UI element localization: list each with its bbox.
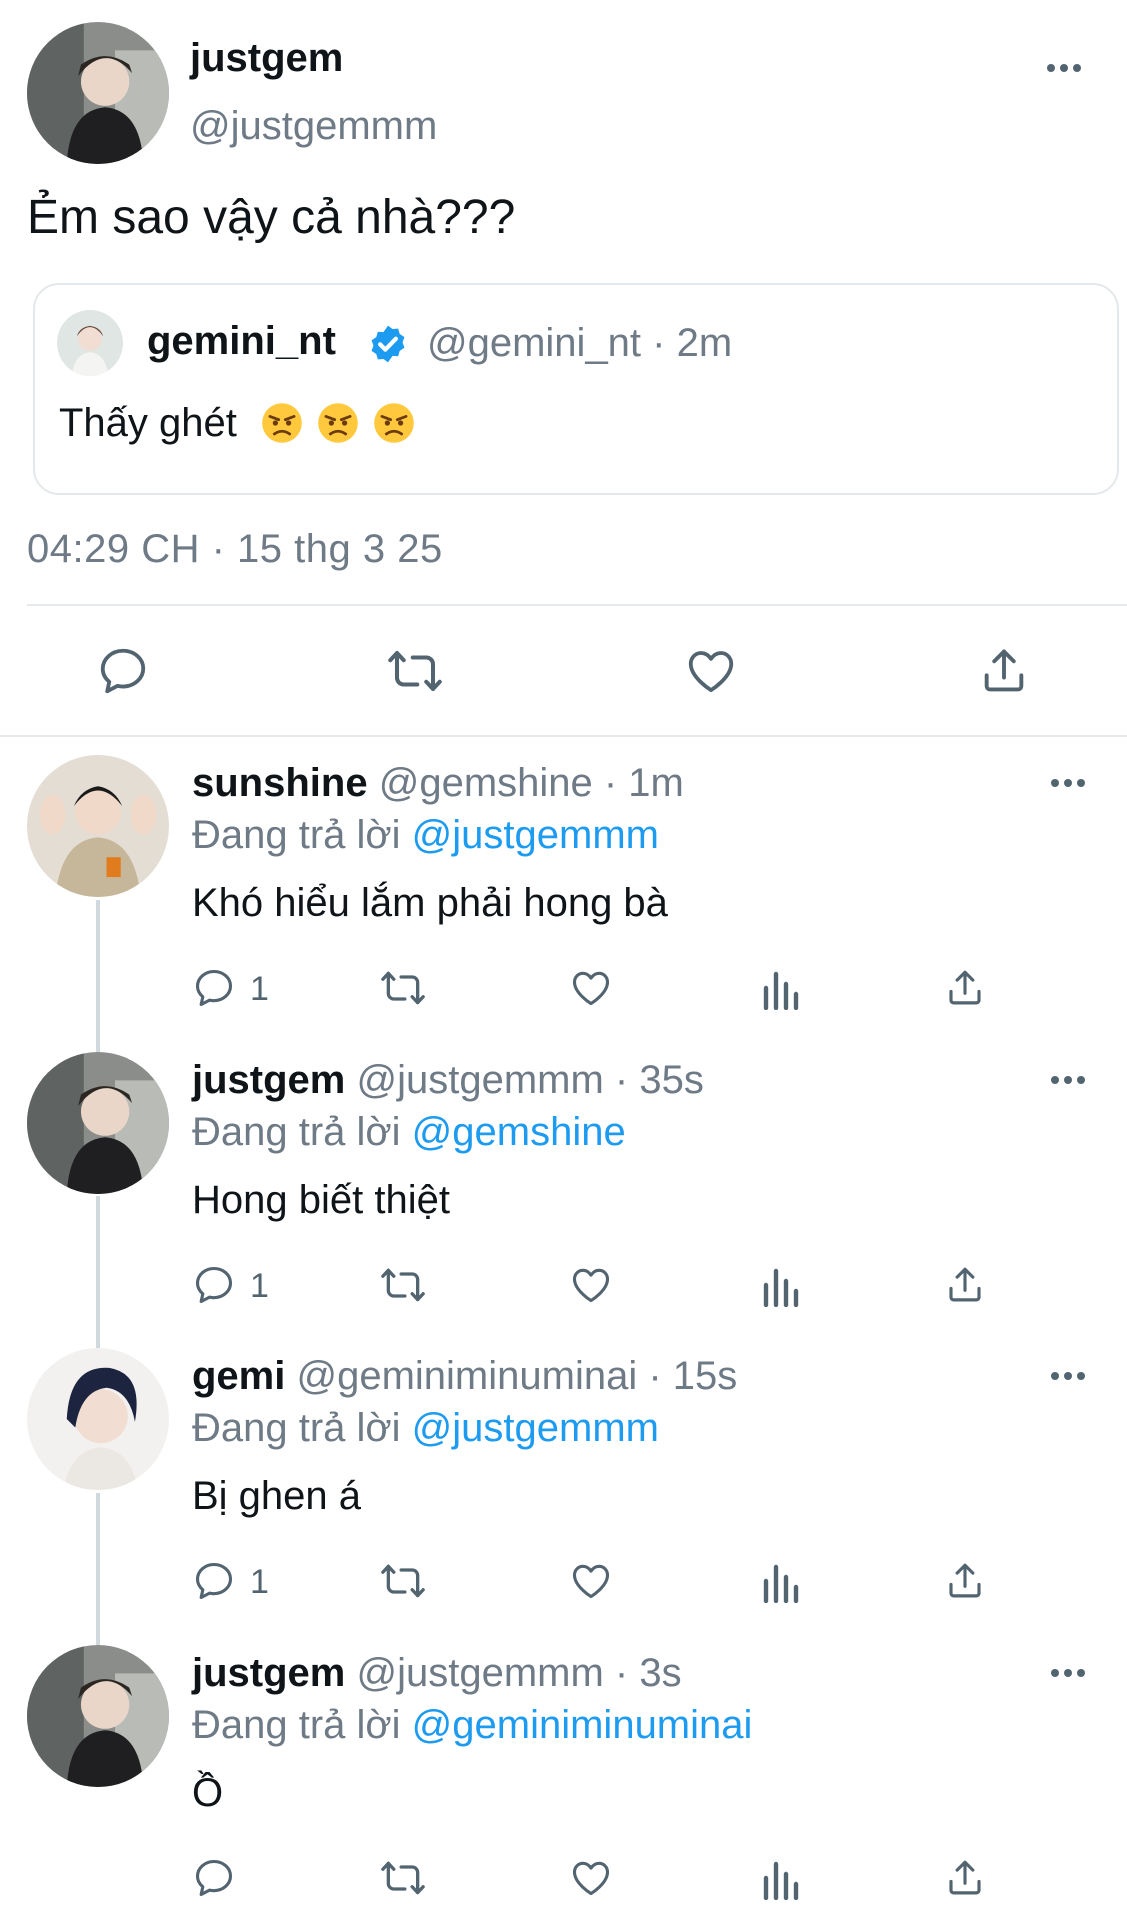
reply-text: Khó hiểu lắm phải hong bà (192, 881, 668, 925)
reply-header: justgem @justgemmm · 35s (192, 1058, 704, 1103)
angry-face-icon (318, 403, 358, 443)
avatar[interactable] (27, 22, 169, 164)
avatar[interactable] (27, 1348, 169, 1490)
share-icon[interactable] (944, 1559, 986, 1603)
section-divider (0, 735, 1127, 737)
reply-icon[interactable] (192, 1856, 236, 1900)
tweet-thread-page: justgem @justgemmm Ẻm sao vậy cả nhà??? … (0, 0, 1127, 1920)
more-options-icon[interactable] (1051, 1070, 1085, 1090)
retweet-icon[interactable] (378, 1856, 428, 1900)
like-icon[interactable] (568, 966, 614, 1010)
divider (27, 604, 1127, 606)
replying-label: Đang trả lời (192, 813, 401, 857)
reply-handle-time: @justgemmm · 35s (356, 1058, 704, 1102)
quote-text: Thấy ghét (59, 401, 237, 445)
reply-text: Ồ (192, 1771, 224, 1815)
reply-handle-time: @geminiminuminai · 15s (296, 1354, 738, 1398)
avatar-photo (27, 1348, 169, 1490)
reply-tweet[interactable]: gemi @geminiminuminai · 15s Đang trả lời… (0, 1348, 1127, 1644)
reply-header: gemi @geminiminuminai · 15s (192, 1354, 737, 1399)
retweet-icon[interactable] (378, 966, 428, 1010)
retweet-icon[interactable] (385, 644, 445, 698)
like-icon[interactable] (568, 1263, 614, 1307)
mention-link[interactable]: @geminiminuminai (412, 1703, 753, 1747)
quote-author-name[interactable]: gemini_nt (147, 319, 336, 364)
more-options-icon[interactable] (1051, 1663, 1085, 1683)
tweet-text: Ẻm sao vậy cả nhà??? (27, 191, 516, 244)
avatar[interactable] (27, 1645, 169, 1787)
avatar[interactable] (27, 755, 169, 897)
quote-avatar[interactable] (57, 310, 123, 376)
share-icon[interactable] (944, 1856, 986, 1900)
reply-author-name[interactable]: justgem (192, 1651, 345, 1695)
reply-text: Bị ghen á (192, 1474, 362, 1518)
like-icon[interactable] (683, 644, 739, 698)
share-icon[interactable] (944, 1263, 986, 1307)
reply-handle-time: @justgemmm · 3s (356, 1651, 682, 1695)
reply-count: 1 (250, 1267, 269, 1305)
emoji-row (260, 401, 416, 445)
reply-handle-time: @gemshine · 1m (378, 761, 684, 805)
replying-to: Đang trả lời @justgemmm (192, 813, 659, 858)
reply-header: justgem @justgemmm · 3s (192, 1651, 682, 1696)
share-icon[interactable] (978, 644, 1030, 698)
reply-author-name[interactable]: sunshine (192, 761, 368, 805)
like-icon[interactable] (568, 1559, 614, 1603)
reply-author-name[interactable]: justgem (192, 1058, 345, 1102)
reply-text: Hong biết thiệt (192, 1178, 450, 1222)
reply-tweet[interactable]: sunshine @gemshine · 1m Đang trả lời @ju… (0, 755, 1127, 1051)
mention-link[interactable]: @justgemmm (412, 813, 659, 857)
angry-face-icon (262, 403, 302, 443)
reply-action-bar (192, 1850, 1042, 1910)
reply-tweet[interactable]: justgem @justgemmm · 35s Đang trả lời @g… (0, 1052, 1127, 1348)
reply-action-bar: 1 (192, 1553, 1042, 1613)
tweet-timestamp: 04:29 CH · 15 thg 3 25 (27, 527, 443, 571)
avatar-photo (27, 22, 169, 164)
analytics-icon[interactable] (760, 1559, 800, 1603)
author-name[interactable]: justgem (190, 36, 343, 81)
replying-label: Đang trả lời (192, 1406, 401, 1450)
share-icon[interactable] (944, 966, 986, 1010)
replying-label: Đang trả lời (192, 1703, 401, 1747)
analytics-icon[interactable] (760, 1263, 800, 1307)
more-options-icon[interactable] (1051, 1366, 1085, 1386)
angry-face-icon (374, 403, 414, 443)
reply-icon[interactable] (192, 1559, 236, 1603)
quoted-tweet[interactable]: gemini_nt @gemini_nt · 2m Thấy ghét (33, 283, 1119, 495)
reply-action-bar: 1 (192, 1257, 1042, 1317)
mention-link[interactable]: @justgemmm (412, 1406, 659, 1450)
retweet-icon[interactable] (378, 1559, 428, 1603)
quote-handle-time: @gemini_nt · 2m (427, 321, 733, 365)
reply-author-name[interactable]: gemi (192, 1354, 285, 1398)
main-tweet: justgem @justgemmm Ẻm sao vậy cả nhà??? … (0, 0, 1127, 735)
analytics-icon[interactable] (760, 966, 800, 1010)
replying-to: Đang trả lời @justgemmm (192, 1406, 659, 1451)
reply-action-bar: 1 (192, 960, 1042, 1020)
avatar-photo (27, 1645, 169, 1787)
more-options-icon[interactable] (1051, 773, 1085, 793)
reply-icon[interactable] (96, 644, 150, 698)
like-icon[interactable] (568, 1856, 614, 1900)
avatar-photo (27, 755, 169, 897)
avatar-photo (27, 1052, 169, 1194)
avatar[interactable] (27, 1052, 169, 1194)
reply-tweet[interactable]: justgem @justgemmm · 3s Đang trả lời @ge… (0, 1645, 1127, 1920)
main-action-bar (0, 630, 1127, 710)
mention-link[interactable]: @gemshine (412, 1110, 626, 1154)
replying-label: Đang trả lời (192, 1110, 401, 1154)
more-options-icon[interactable] (1047, 58, 1081, 78)
analytics-icon[interactable] (760, 1856, 800, 1900)
retweet-icon[interactable] (378, 1263, 428, 1307)
avatar-photo (57, 310, 123, 376)
reply-icon[interactable] (192, 1263, 236, 1307)
reply-header: sunshine @gemshine · 1m (192, 761, 684, 806)
reply-icon[interactable] (192, 966, 236, 1010)
replying-to: Đang trả lời @gemshine (192, 1110, 626, 1155)
reply-count: 1 (250, 970, 269, 1008)
author-handle[interactable]: @justgemmm (190, 104, 437, 149)
reply-count: 1 (250, 1563, 269, 1601)
verified-badge-icon (371, 325, 405, 363)
replying-to: Đang trả lời @geminiminuminai (192, 1703, 752, 1748)
